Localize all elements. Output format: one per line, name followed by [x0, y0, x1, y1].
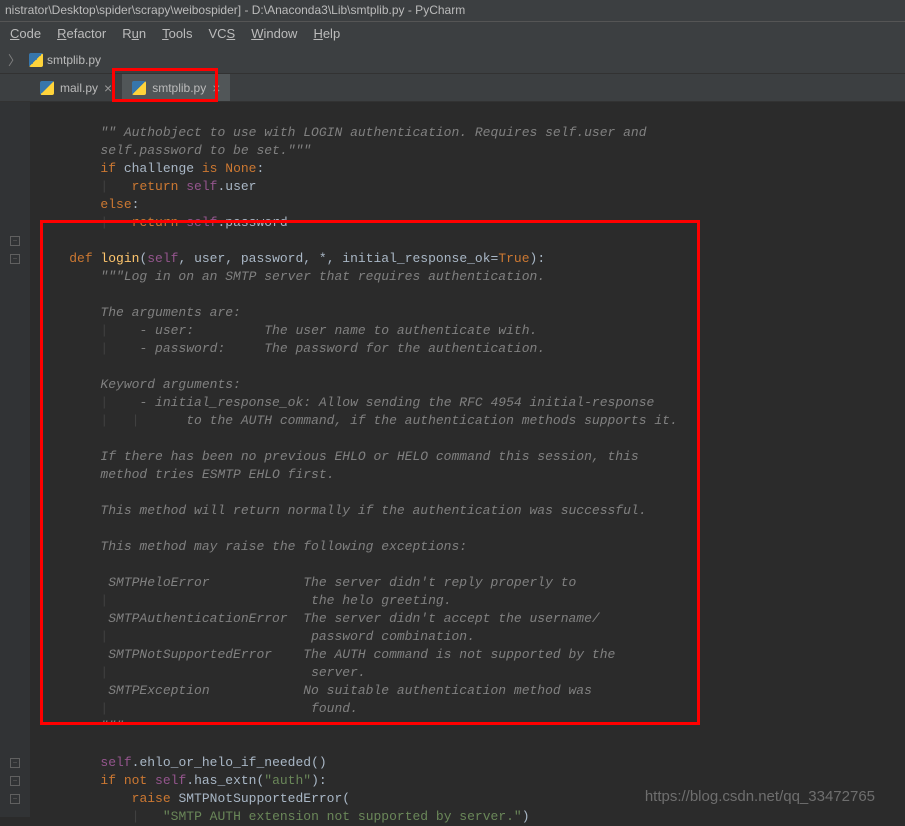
menu-code[interactable]: Code: [5, 25, 46, 43]
fold-icon[interactable]: −: [10, 758, 20, 768]
tab-mail[interactable]: mail.py ×: [30, 74, 122, 101]
editor-tabs: mail.py × smtplib.py ×: [0, 74, 905, 102]
editor[interactable]: − − − − − "" Authobject to use with LOGI…: [0, 102, 905, 817]
menu-help[interactable]: Help: [308, 25, 345, 43]
code-content[interactable]: "" Authobject to use with LOGIN authenti…: [30, 102, 905, 817]
breadcrumb-label: smtplib.py: [47, 53, 101, 67]
fold-icon[interactable]: −: [10, 776, 20, 786]
fold-icon[interactable]: −: [10, 236, 20, 246]
tab-label: smtplib.py: [152, 81, 206, 95]
gutter: − − − − −: [0, 102, 30, 817]
close-icon[interactable]: ×: [212, 80, 220, 96]
chevron-icon: 〉: [8, 50, 21, 69]
tab-label: mail.py: [60, 81, 98, 95]
menu-vcs[interactable]: VCS: [203, 25, 240, 43]
code-line: self.password to be set.""": [100, 143, 311, 158]
window-titlebar: nistrator\Desktop\spider\scrapy\weibospi…: [0, 0, 905, 22]
breadcrumb-file[interactable]: smtplib.py: [29, 53, 101, 67]
code-line: "" Authobject to use with LOGIN authenti…: [100, 125, 646, 140]
docstring: """Log in on an SMTP server that require…: [100, 269, 545, 284]
tab-smtplib[interactable]: smtplib.py ×: [122, 74, 230, 101]
watermark: https://blog.csdn.net/qq_33472765: [645, 788, 875, 805]
code-kw: if: [100, 161, 116, 176]
menu-refactor[interactable]: Refactor: [52, 25, 111, 43]
title-text: nistrator\Desktop\spider\scrapy\weibospi…: [5, 3, 465, 17]
python-file-icon: [29, 53, 43, 67]
menubar: Code Refactor Run Tools VCS Window Help: [0, 22, 905, 46]
fold-icon[interactable]: −: [10, 254, 20, 264]
breadcrumb: 〉 smtplib.py: [0, 46, 905, 74]
close-icon[interactable]: ×: [104, 80, 112, 96]
fold-icon[interactable]: −: [10, 794, 20, 804]
menu-tools[interactable]: Tools: [157, 25, 197, 43]
menu-window[interactable]: Window: [246, 25, 302, 43]
menu-run[interactable]: Run: [117, 25, 151, 43]
python-file-icon: [132, 81, 146, 95]
python-file-icon: [40, 81, 54, 95]
